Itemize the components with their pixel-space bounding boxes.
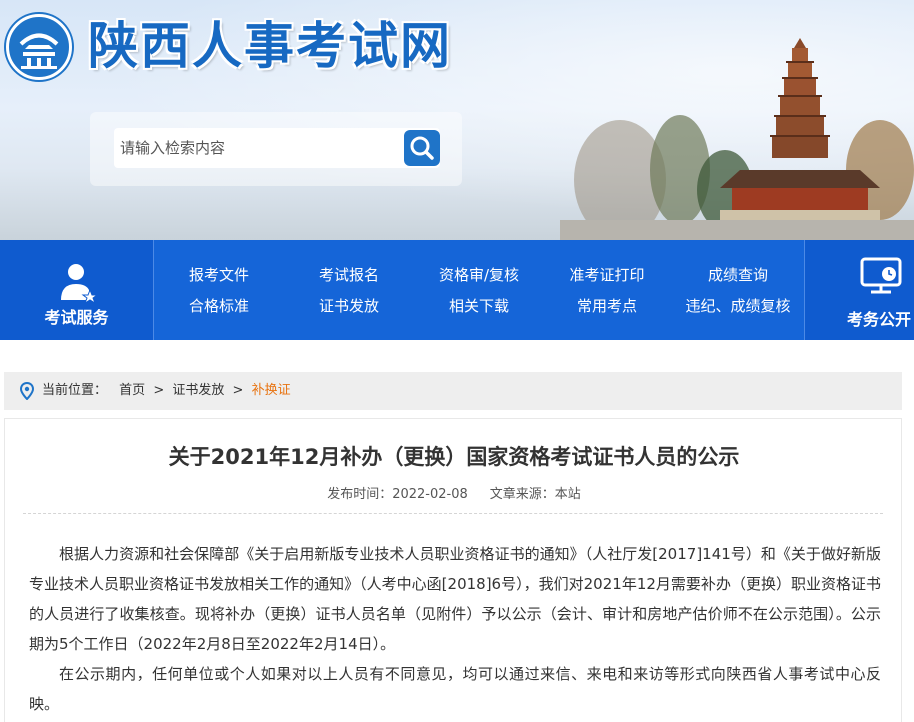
- site-title[interactable]: 陕西人事考试网: [88, 14, 452, 78]
- breadcrumb-home[interactable]: 首页: [119, 383, 145, 398]
- search-input[interactable]: [114, 128, 440, 168]
- header-banner: 陕西人事考试网: [0, 0, 914, 240]
- breadcrumb-separator: >: [153, 383, 165, 398]
- article-divider: [23, 513, 883, 514]
- source-value: 本站: [554, 487, 581, 502]
- breadcrumb: 当前位置： 首页 > 证书发放 > 补换证: [4, 372, 902, 410]
- exam-service-label: 考试服务: [44, 308, 109, 327]
- monitor-clock-icon: [860, 257, 902, 294]
- search-button[interactable]: [404, 130, 440, 166]
- nav-links: 报考文件 考试报名 资格审/复核 准考证打印 成绩查询 合格标准 证书发放 相关…: [154, 240, 804, 340]
- breadcrumb-trail: 当前位置： 首页 > 证书发放 > 补换证: [42, 372, 291, 410]
- exam-public-label: 考务公开: [847, 310, 912, 329]
- nav-link-zhunkaozheng[interactable]: 准考证打印: [564, 264, 650, 286]
- article-paragraph: 根据人力资源和社会保障部《关于启用新版专业技术人员职业资格证书的通知》（人社厅发…: [29, 545, 881, 653]
- nav-link-changyong-kaodian[interactable]: 常用考点: [572, 295, 642, 317]
- user-star-icon: [61, 264, 99, 304]
- exam-public-entry[interactable]: 考务公开: [804, 240, 914, 340]
- nav-link-zhengshu-fafang[interactable]: 证书发放: [314, 295, 384, 317]
- article-title: 关于2021年12月补办（更换）国家资格考试证书人员的公示: [168, 445, 740, 469]
- nav-link-chengji-chaxun[interactable]: 成绩查询: [702, 264, 774, 286]
- source-label: 文章来源：: [489, 487, 555, 502]
- breadcrumb-zhengshu-fafang[interactable]: 证书发放: [172, 383, 224, 398]
- nav-link-xiangguan-xiazai[interactable]: 相关下载: [442, 295, 516, 317]
- publish-date: 2022-02-08: [392, 487, 468, 502]
- nav-link-zige-shen[interactable]: 资格审/复核: [432, 264, 526, 286]
- pagoda-illustration: [560, 38, 914, 240]
- nav-link-hege-biaozhun[interactable]: 合格标准: [184, 295, 254, 317]
- article-body: 根据人力资源和社会保障部《关于启用新版专业技术人员职业资格证书的通知》（人社厅发…: [29, 539, 881, 719]
- article: 关于2021年12月补办（更换）国家资格考试证书人员的公示 发布时间：2022-…: [4, 418, 902, 722]
- breadcrumb-prefix: 当前位置：: [42, 383, 108, 398]
- nav-link-kaoshi-baoming[interactable]: 考试报名: [314, 264, 384, 286]
- nav-link-baokao-wenjian[interactable]: 报考文件: [184, 264, 254, 286]
- article-meta: 发布时间：2022-02-08 文章来源：本站: [5, 483, 903, 502]
- article-paragraph: 在公示期内，任何单位或个人如果对以上人员有不同意见，均可以通过来信、来电和来访等…: [29, 665, 881, 713]
- site-logo-icon[interactable]: [6, 14, 72, 80]
- breadcrumb-current[interactable]: 补换证: [252, 383, 291, 398]
- exam-service-entry[interactable]: 考试服务: [0, 240, 154, 340]
- breadcrumb-separator: >: [232, 383, 244, 398]
- search-icon: [410, 136, 434, 160]
- nav-link-weiji-fuhe[interactable]: 违纪、成绩复核: [680, 295, 796, 317]
- location-pin-icon: [20, 382, 34, 400]
- publish-label: 发布时间：: [327, 487, 393, 502]
- main-nav: 考试服务 报考文件 考试报名 资格审/复核 准考证打印 成绩查询 合格标准 证书…: [0, 240, 914, 340]
